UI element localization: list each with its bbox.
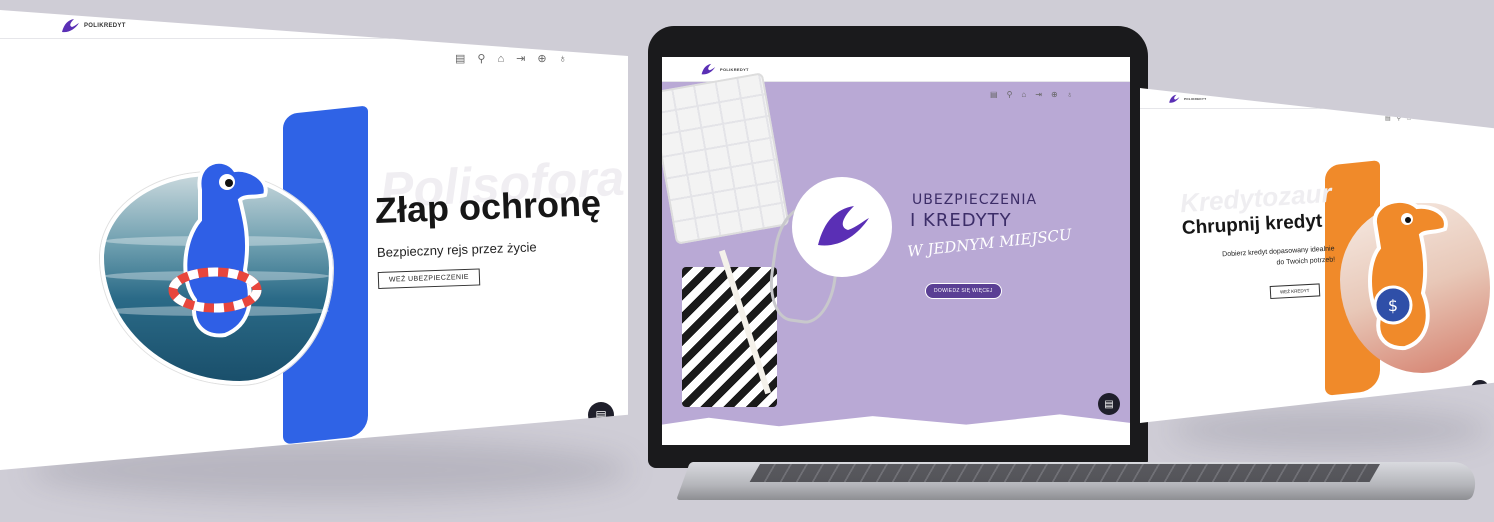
hero-subheading: Bezpieczny rejs przez życie <box>376 239 537 260</box>
building-icon[interactable]: ⌂ <box>1021 89 1026 100</box>
brand-wing-icon <box>818 206 869 246</box>
location-pin-icon[interactable]: ⚲ <box>1397 114 1401 125</box>
money-bag-icon[interactable]: ♁ <box>1067 89 1073 100</box>
login-icon[interactable]: ⇥ <box>1417 114 1422 125</box>
laptop-website-screen: POLIKREDYT ▤ ⚲ ⌂ ⇥ ⊕ ♁ UBEZPIECZENIA I K… <box>662 57 1130 445</box>
learn-more-button[interactable]: DOWIEDZ SIĘ WIĘCEJ <box>925 283 1002 299</box>
desk-keyboard-photo <box>662 72 790 245</box>
brand-logo[interactable]: POLIKREDYT <box>1168 94 1206 104</box>
header-nav-icons: ▤ ⚲ ⌂ ⇥ ⊕ ♁ <box>455 54 567 65</box>
location-pin-icon[interactable]: ⚲ <box>477 54 485 65</box>
brand-wing-icon <box>1169 94 1180 103</box>
chat-icon[interactable]: ▤ <box>588 402 614 428</box>
get-insurance-button[interactable]: WEŹ UBEZPIECZENIE <box>377 268 481 289</box>
login-icon[interactable]: ⇥ <box>516 54 525 65</box>
hero-logo-circle <box>792 177 892 277</box>
hero-heading: Złap ochronę <box>374 182 602 231</box>
header-bar: POLIKREDYT <box>0 10 628 39</box>
building-icon[interactable]: ⌂ <box>497 54 504 65</box>
money-bag-icon[interactable]: ♁ <box>559 54 567 65</box>
globe-icon[interactable]: ⊕ <box>537 54 546 65</box>
hero-title-line2: I KREDYTY <box>910 210 1012 231</box>
building-icon[interactable]: ⌂ <box>1407 114 1411 125</box>
shadow <box>1170 410 1490 450</box>
brand-logo[interactable]: POLIKREDYT <box>700 63 749 76</box>
header-bar: POLIKREDYT <box>1140 88 1494 109</box>
hero-subheading: Dobierz kredyt dopasowany idealnie do Tw… <box>1189 243 1335 273</box>
header-nav-icons: ▤ ⚲ ⌂ ⇥ ⊕ ♁ <box>990 89 1073 100</box>
blue-dinosaur-mascot-icon <box>168 159 268 338</box>
brand-name: POLIKREDYT <box>1184 97 1207 101</box>
brand-name: POLIKREDYT <box>84 23 126 29</box>
globe-icon[interactable]: ⊕ <box>1051 89 1058 100</box>
brand-wing-icon <box>701 63 716 75</box>
white-brush-edge <box>662 414 1130 445</box>
globe-icon[interactable]: ⊕ <box>1428 114 1433 125</box>
header-nav-icons: ▤ ⚲ ⌂ ⇥ ⊕ ♁ <box>1385 114 1443 125</box>
left-website-screen: POLIKREDYT ▤ ⚲ ⌂ ⇥ ⊕ ♁ Polisofora Złap o… <box>0 10 628 470</box>
document-icon[interactable]: ▤ <box>990 89 998 100</box>
chat-icon[interactable]: ▤ <box>1471 380 1489 398</box>
brand-logo[interactable]: POLIKREDYT <box>60 18 126 34</box>
svg-text:$: $ <box>1388 296 1398 315</box>
get-credit-button[interactable]: WEŹ KREDYT <box>1269 283 1320 299</box>
document-icon[interactable]: ▤ <box>455 54 465 65</box>
laptop-keyboard <box>749 464 1380 482</box>
money-bag-icon[interactable]: ♁ <box>1439 114 1444 125</box>
brand-name: POLIKREDYT <box>720 67 749 72</box>
login-icon[interactable]: ⇥ <box>1035 89 1042 100</box>
orange-dinosaur-mascot-icon: $ <box>1368 198 1448 351</box>
hero-title-line1: UBEZPIECZENIA <box>912 192 1038 208</box>
location-pin-icon[interactable]: ⚲ <box>1007 89 1013 100</box>
right-website-screen: POLIKREDYT ▤ ⚲ ⌂ ⇥ ⊕ ♁ $ Kredytozaur Chr… <box>1140 88 1494 423</box>
brand-wing-icon <box>62 19 79 33</box>
document-icon[interactable]: ▤ <box>1385 114 1391 125</box>
chat-icon[interactable]: ▤ <box>1098 393 1120 415</box>
